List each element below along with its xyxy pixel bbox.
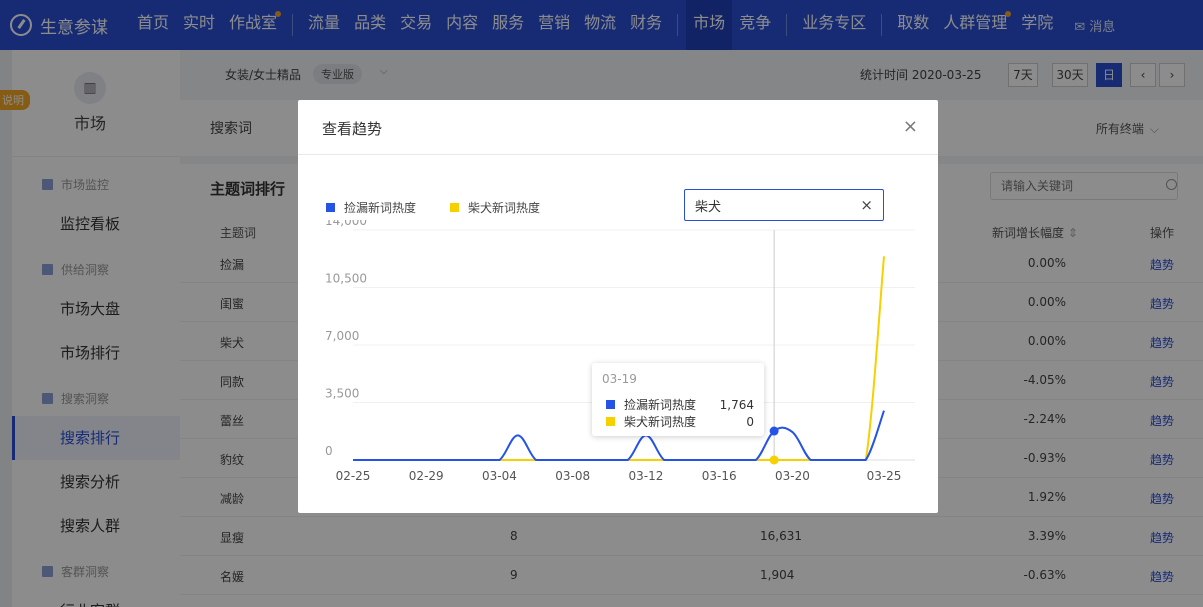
- tooltip-value: 1,764: [719, 397, 754, 412]
- point-chaiquan: [769, 455, 779, 465]
- y-tick-label: 10,500: [325, 272, 367, 286]
- x-tick-label: 02-25: [336, 469, 371, 483]
- compare-keyword-input[interactable]: [685, 190, 845, 220]
- x-tick-label: 03-20: [775, 469, 810, 483]
- tooltip-label: 柴犬新词热度: [624, 415, 697, 429]
- legend-swatch: [450, 203, 459, 212]
- legend-item-chaiquan[interactable]: 柴犬新词热度: [450, 199, 540, 216]
- x-tick-label: 03-12: [629, 469, 664, 483]
- trend-modal: 查看趋势 × 捡漏新词热度 柴犬新词热度 × 0 3,500 7,000 10,500…: [298, 100, 938, 513]
- x-tick-label: 02-29: [409, 469, 444, 483]
- y-tick-label: 0: [325, 444, 333, 458]
- modal-title: 查看趋势: [322, 120, 383, 138]
- x-tick-label: 03-16: [702, 469, 737, 483]
- tooltip-value: 0: [746, 414, 754, 429]
- y-tick-label: 3,500: [325, 387, 359, 401]
- legend-label: 柴犬新词热度: [468, 201, 541, 215]
- tooltip-row: 捡漏新词热度 1,764: [606, 396, 754, 413]
- tooltip-swatch: [606, 417, 615, 426]
- close-icon[interactable]: ×: [903, 116, 918, 137]
- point-jianlou: [769, 426, 779, 436]
- x-tick-label: 03-08: [555, 469, 590, 483]
- tooltip-date: 03-19: [602, 372, 637, 386]
- tooltip-swatch: [606, 400, 615, 409]
- chart-tooltip: 03-19 捡漏新词热度 1,764 柴犬新词热度 0: [592, 363, 764, 436]
- clear-icon[interactable]: ×: [860, 196, 873, 214]
- legend-swatch: [326, 203, 335, 212]
- y-tick-label: 14,000: [325, 220, 367, 228]
- trend-chart[interactable]: 0 3,500 7,000 10,500 14,000 02-25 02-29 03-04 03…: [298, 220, 938, 500]
- modal-header: 查看趋势 ×: [298, 100, 938, 155]
- legend-item-jianlou[interactable]: 捡漏新词热度: [326, 199, 416, 216]
- tooltip-label: 捡漏新词热度: [624, 398, 697, 412]
- y-tick-label: 7,000: [325, 329, 359, 343]
- x-tick-label: 03-04: [482, 469, 517, 483]
- keyword-compare-search: ×: [684, 189, 884, 221]
- x-tick-label: 03-25: [867, 469, 902, 483]
- legend-label: 捡漏新词热度: [344, 201, 417, 215]
- tooltip-row: 柴犬新词热度 0: [606, 413, 754, 430]
